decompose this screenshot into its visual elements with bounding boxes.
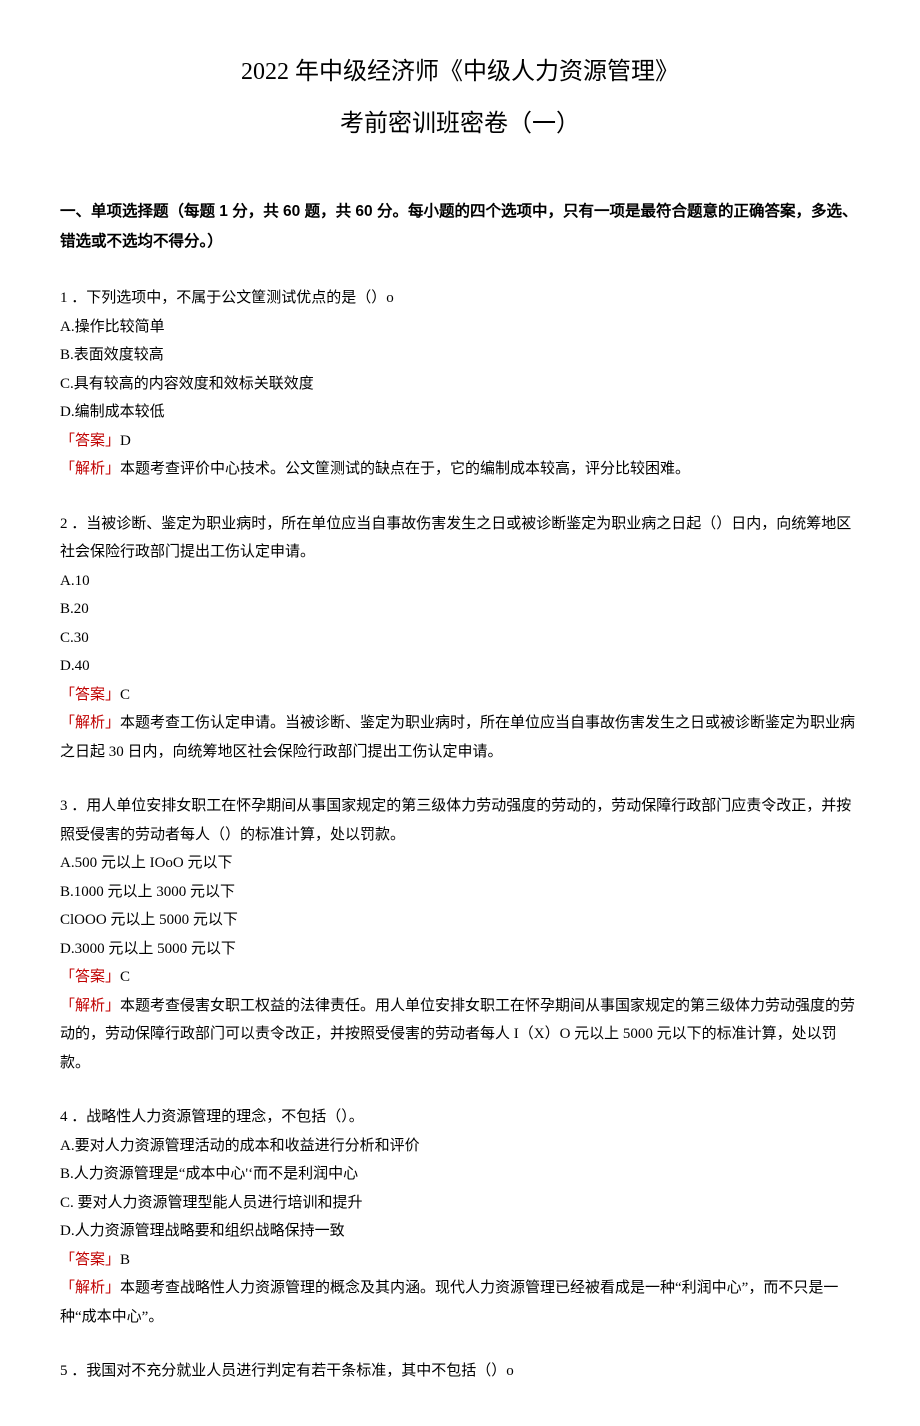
q3-answer: 「答案」C xyxy=(60,963,860,992)
q3-option-a: A.500 元以上 IOoO 元以下 xyxy=(60,849,860,878)
answer-label: 「答案」 xyxy=(60,1252,120,1268)
q1-explain-text: 本题考查评价中心技术。公文筐测试的缺点在于，它的编制成本较高，评分比较困难。 xyxy=(120,461,690,477)
q1-option-a: A.操作比较简单 xyxy=(60,313,860,342)
q4-stem: 4 ．战略性人力资源管理的理念，不包括（）。 xyxy=(60,1103,860,1132)
q1-explain: 「解析」本题考查评价中心技术。公文筐测试的缺点在于，它的编制成本较高，评分比较困… xyxy=(60,455,860,484)
q1-option-d: D.编制成本较低 xyxy=(60,398,860,427)
q4-answer-letter: B xyxy=(120,1252,130,1268)
section-heading: 一、单项选择题（每题 1 分，共 60 题，共 60 分。每小题的四个选项中，只… xyxy=(60,197,860,256)
question-2: 2 ．当被诊断、鉴定为职业病时，所在单位应当自事故伤害发生之日或被诊断鉴定为职业… xyxy=(60,510,860,767)
q5-stem: 5 ．我国对不充分就业人员进行判定有若干条标准，其中不包括（）o xyxy=(60,1357,860,1386)
q1-option-c: C.具有较高的内容效度和效标关联效度 xyxy=(60,370,860,399)
answer-label: 「答案」 xyxy=(60,433,120,449)
q1-answer-letter: D xyxy=(120,433,131,449)
q1-stem: 1 ．下列选项中，不属于公文筐测试优点的是（）o xyxy=(60,284,860,313)
page-title-line2: 考前密训班密卷（一） xyxy=(60,102,860,148)
q2-answer: 「答案」C xyxy=(60,681,860,710)
q3-answer-letter: C xyxy=(120,969,130,985)
answer-label: 「答案」 xyxy=(60,969,120,985)
explain-label: 「解析」 xyxy=(60,461,120,477)
question-1: 1 ．下列选项中，不属于公文筐测试优点的是（）o A.操作比较简单 B.表面效度… xyxy=(60,284,860,484)
q1-answer: 「答案」D xyxy=(60,427,860,456)
q4-option-c: C. 要对人力资源管理型能人员进行培训和提升 xyxy=(60,1189,860,1218)
q3-stem: 3 ．用人单位安排女职工在怀孕期间从事国家规定的第三级体力劳动强度的劳动的，劳动… xyxy=(60,792,860,849)
q2-explain-text: 本题考查工伤认定申请。当被诊断、鉴定为职业病时，所在单位应当自事故伤害发生之日或… xyxy=(60,715,855,760)
question-4: 4 ．战略性人力资源管理的理念，不包括（）。 A.要对人力资源管理活动的成本和收… xyxy=(60,1103,860,1331)
q2-answer-letter: C xyxy=(120,687,130,703)
q3-option-d: D.3000 元以上 5000 元以下 xyxy=(60,935,860,964)
question-3: 3 ．用人单位安排女职工在怀孕期间从事国家规定的第三级体力劳动强度的劳动的，劳动… xyxy=(60,792,860,1077)
q3-explain-text: 本题考查侵害女职工权益的法律责任。用人单位安排女职工在怀孕期间从事国家规定的第三… xyxy=(60,998,855,1071)
q4-answer: 「答案」B xyxy=(60,1246,860,1275)
q2-explain: 「解析」本题考查工伤认定申请。当被诊断、鉴定为职业病时，所在单位应当自事故伤害发… xyxy=(60,709,860,766)
q4-option-b: B.人力资源管理是“成本中心'‘而不是利润中心 xyxy=(60,1160,860,1189)
q3-option-b: B.1000 元以上 3000 元以下 xyxy=(60,878,860,907)
q2-option-b: B.20 xyxy=(60,595,860,624)
q4-explain: 「解析」本题考查战略性人力资源管理的概念及其内涵。现代人力资源管理已经被看成是一… xyxy=(60,1274,860,1331)
q3-explain: 「解析」本题考查侵害女职工权益的法律责任。用人单位安排女职工在怀孕期间从事国家规… xyxy=(60,992,860,1078)
q2-stem: 2 ．当被诊断、鉴定为职业病时，所在单位应当自事故伤害发生之日或被诊断鉴定为职业… xyxy=(60,510,860,567)
q4-option-d: D.人力资源管理战略要和组织战略保持一致 xyxy=(60,1217,860,1246)
q4-explain-text: 本题考查战略性人力资源管理的概念及其内涵。现代人力资源管理已经被看成是一种“利润… xyxy=(60,1280,838,1325)
q1-option-b: B.表面效度较高 xyxy=(60,341,860,370)
answer-label: 「答案」 xyxy=(60,687,120,703)
page-title-line1: 2022 年中级经济师《中级人力资源管理》 xyxy=(60,50,860,96)
q3-option-c: ClOOO 元以上 5000 元以下 xyxy=(60,906,860,935)
explain-label: 「解析」 xyxy=(60,998,120,1014)
q2-option-d: D.40 xyxy=(60,652,860,681)
q4-option-a: A.要对人力资源管理活动的成本和收益进行分析和评价 xyxy=(60,1132,860,1161)
explain-label: 「解析」 xyxy=(60,715,120,731)
explain-label: 「解析」 xyxy=(60,1280,120,1296)
q2-option-c: C.30 xyxy=(60,624,860,653)
q2-option-a: A.10 xyxy=(60,567,860,596)
